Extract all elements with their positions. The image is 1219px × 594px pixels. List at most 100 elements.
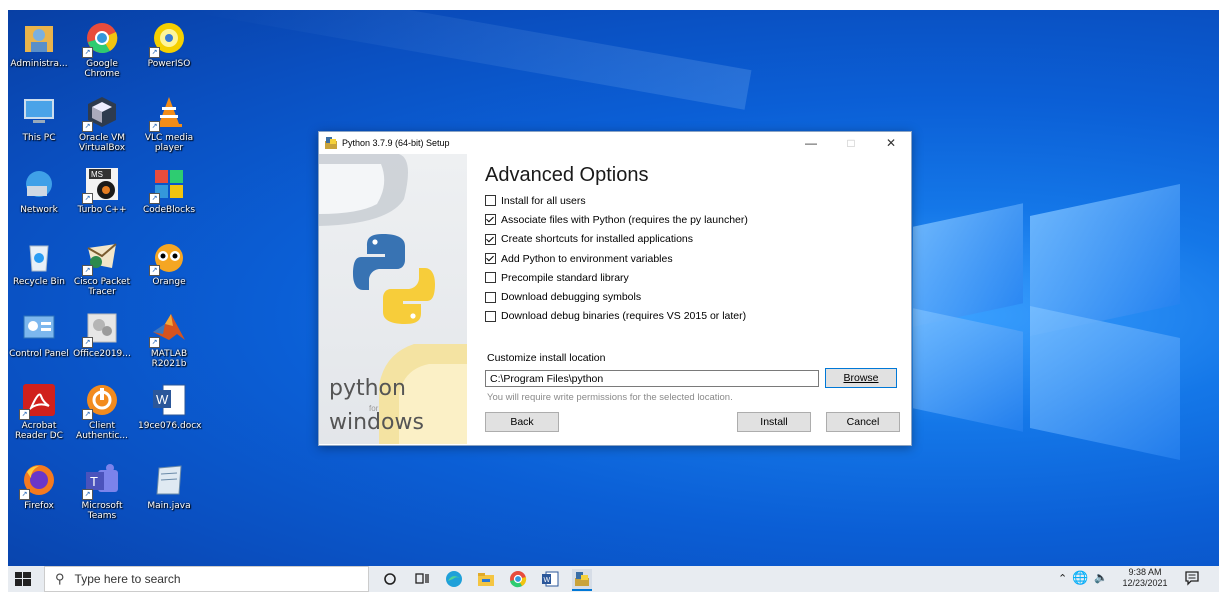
desktop-icon-label: Oracle VM VirtualBox <box>78 133 126 153</box>
desktop-icon-main-java[interactable]: Main.java <box>138 462 200 511</box>
desktop-icon-acrobat[interactable]: ↗ Acrobat Reader DC <box>8 382 70 441</box>
install-button[interactable]: Install <box>737 412 811 433</box>
taskbar-search-box[interactable]: ⚲ Type here to search <box>44 566 369 592</box>
option-row[interactable]: Add Python to environment variables <box>485 249 905 268</box>
browse-button[interactable]: Browse <box>825 368 897 389</box>
option-checkbox[interactable] <box>485 214 496 226</box>
packet-tracer-icon: ↗ <box>82 238 120 276</box>
shortcut-arrow-icon: ↗ <box>19 409 30 420</box>
virtualbox-icon: ↗ <box>82 94 120 132</box>
shortcut-arrow-icon: ↗ <box>82 193 93 204</box>
option-row[interactable]: Create shortcuts for installed applicati… <box>485 230 905 249</box>
chrome-taskbar-icon[interactable] <box>508 569 528 589</box>
chrome-icon: ↗ <box>82 20 120 58</box>
back-button[interactable]: Back <box>485 412 559 433</box>
desktop-icon-label: Administra... <box>10 59 68 69</box>
windows-start-icon <box>15 572 31 586</box>
desktop-icon-matlab[interactable]: ↗ MATLAB R2021b <box>138 310 200 369</box>
option-checkbox[interactable] <box>485 195 496 207</box>
desktop-icon-label: Google Chrome <box>84 59 120 79</box>
cancel-button-label: Cancel <box>846 416 880 429</box>
poweriso-disc-icon: ↗ <box>149 20 187 58</box>
desktop-icon-administrator[interactable]: Administra... <box>8 20 70 69</box>
shortcut-arrow-icon: ↗ <box>149 47 160 58</box>
desktop-icon-vlc[interactable]: ↗ VLC media player <box>138 94 200 153</box>
shortcut-arrow-icon: ↗ <box>149 337 160 348</box>
shortcut-arrow-icon: ↗ <box>82 409 93 420</box>
control-panel-icon <box>21 310 57 346</box>
user-folder-icon <box>21 20 57 56</box>
windows-logo-pane <box>913 308 1023 432</box>
desktop-icon-codeblocks[interactable]: ↗ CodeBlocks <box>138 166 200 215</box>
notifications-icon[interactable] <box>1184 570 1200 586</box>
office-icon: ↗ <box>82 310 120 348</box>
minimize-button[interactable]: — <box>791 132 831 154</box>
maximize-button: □ <box>847 136 855 150</box>
shortcut-arrow-icon: ↗ <box>149 193 160 204</box>
option-row[interactable]: Associate files with Python (requires th… <box>485 210 905 229</box>
show-hidden-icons-button[interactable]: ⌃ <box>1058 572 1067 585</box>
light-beam <box>193 10 752 110</box>
permission-note: You will require write permissions for t… <box>487 392 733 404</box>
volume-icon[interactable]: 🔈 <box>1094 571 1108 584</box>
cortana-icon[interactable] <box>380 569 400 589</box>
option-checkbox[interactable] <box>485 310 496 322</box>
option-checkbox[interactable] <box>485 253 496 265</box>
desktop-icon-word-doc[interactable]: W 19ce076.docx <box>138 382 201 431</box>
desktop-icon-poweriso[interactable]: ↗ PowerISO <box>138 20 200 69</box>
cancel-button[interactable]: Cancel <box>826 412 900 433</box>
options-list: Install for all users Associate files wit… <box>485 191 905 326</box>
desktop-icon-control-panel[interactable]: Control Panel <box>8 310 70 359</box>
network-tray-icon[interactable]: 🌐 <box>1072 570 1088 586</box>
close-button[interactable]: ✕ <box>871 132 911 154</box>
desktop-icon-office2019[interactable]: ↗ Office2019... <box>71 310 133 359</box>
branding-windows-text: windows <box>329 410 424 435</box>
shortcut-arrow-icon: ↗ <box>82 121 93 132</box>
option-label: Download debug binaries (requires VS 201… <box>501 310 747 323</box>
desktop-icon-orange[interactable]: ↗ Orange <box>138 238 200 287</box>
desktop-icon-this-pc[interactable]: This PC <box>8 94 70 143</box>
option-row[interactable]: Download debugging symbols <box>485 287 905 306</box>
option-checkbox[interactable] <box>485 272 496 284</box>
options-panel: Advanced Options Install for all users As… <box>485 154 905 442</box>
desktop-icon-google-chrome[interactable]: ↗ Google Chrome <box>71 20 133 79</box>
search-icon: ⚲ <box>55 571 65 586</box>
windows-logo-pane <box>1030 306 1180 460</box>
option-row[interactable]: Install for all users <box>485 191 905 210</box>
option-row[interactable]: Download debug binaries (requires VS 201… <box>485 307 905 326</box>
window-title: Python 3.7.9 (64-bit) Setup <box>342 138 450 148</box>
python-installer-icon <box>324 136 338 150</box>
desktop-icon-recycle-bin[interactable]: Recycle Bin <box>8 238 70 287</box>
desktop-icon-client-authentic[interactable]: ↗ Client Authentic... <box>71 382 133 441</box>
option-checkbox[interactable] <box>485 233 496 245</box>
desktop-icon-microsoft-teams[interactable]: T ↗ Microsoft Teams <box>71 462 133 521</box>
option-row[interactable]: Precompile standard library <box>485 268 905 287</box>
desktop-icon-firefox[interactable]: ↗ Firefox <box>8 462 70 511</box>
desktop-icon-turbo-cpp[interactable]: MS ↗ Turbo C++ <box>71 166 133 215</box>
desktop-icon-network[interactable]: Network <box>8 166 70 215</box>
desktop-icon-label: This PC <box>22 133 56 143</box>
desktop-icon-label: Cisco Packet Tracer <box>73 277 131 297</box>
start-button[interactable] <box>14 570 32 588</box>
firefox-icon: ↗ <box>19 462 57 500</box>
file-explorer-icon[interactable] <box>476 569 496 589</box>
option-checkbox[interactable] <box>485 291 496 303</box>
desktop-icon-label: Client Authentic... <box>76 421 128 441</box>
desktop-icon-label: MATLAB R2021b <box>150 349 188 369</box>
task-view-icon[interactable] <box>412 569 432 589</box>
shortcut-arrow-icon: ↗ <box>82 489 93 500</box>
install-location-input[interactable]: C:\Program Files\python <box>485 369 819 387</box>
shortcut-arrow-icon: ↗ <box>149 121 160 132</box>
desktop-icon-label: VLC media player <box>144 133 194 153</box>
computer-icon <box>21 94 57 130</box>
title-bar[interactable]: Python 3.7.9 (64-bit) Setup — □ ✕ <box>319 132 911 154</box>
clock[interactable]: 9:38 AM 12/23/2021 <box>1120 567 1170 589</box>
python-setup-taskbar-icon[interactable] <box>572 569 592 591</box>
shortcut-arrow-icon: ↗ <box>82 47 93 58</box>
desktop-icon-cisco-packet-tracer[interactable]: ↗ Cisco Packet Tracer <box>71 238 133 297</box>
desktop-icon-oracle-vm[interactable]: ↗ Oracle VM VirtualBox <box>71 94 133 153</box>
desktop-icon-label: Microsoft Teams <box>81 501 123 521</box>
edge-icon[interactable] <box>444 569 464 589</box>
desktop-icon-label: Control Panel <box>9 349 69 359</box>
word-taskbar-icon[interactable]: W <box>540 569 560 589</box>
